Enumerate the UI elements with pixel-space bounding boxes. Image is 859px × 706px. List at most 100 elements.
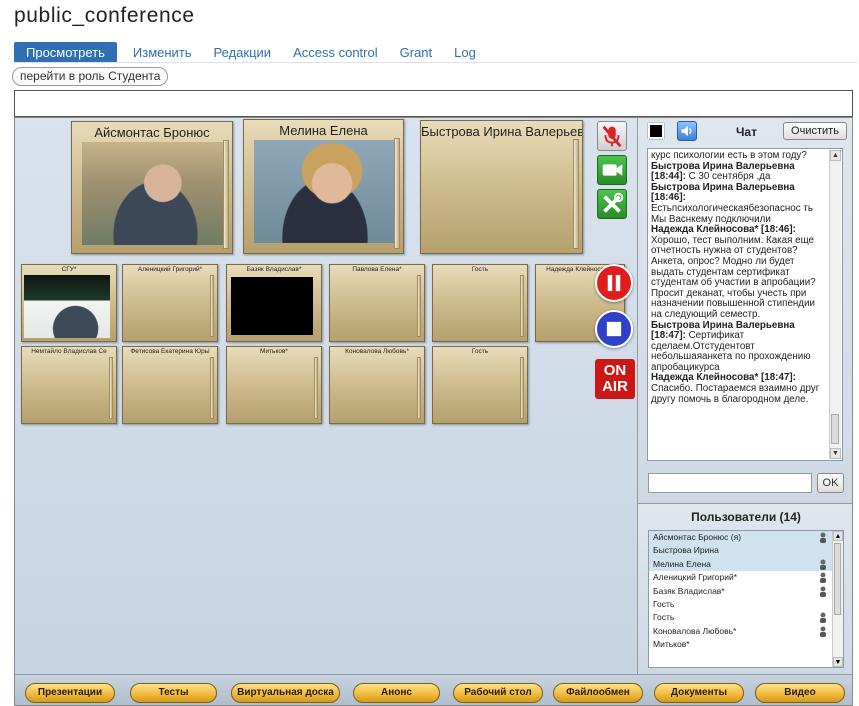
user-row[interactable]: Коновалова Любовь*	[649, 625, 843, 638]
scroll-up-icon[interactable]: ▲	[833, 531, 843, 541]
tile-scrollbar[interactable]	[520, 275, 524, 337]
user-name: Аленицкий Григорий*	[653, 572, 738, 583]
user-row[interactable]: Базяк Владислав*	[649, 585, 843, 598]
file-exchange-button[interactable]: Файлообмен	[553, 683, 643, 703]
settings-icon[interactable]	[597, 189, 627, 219]
mic-muted-icon[interactable]	[597, 121, 627, 151]
on-air-line1: ON	[603, 362, 627, 379]
chat-message: Быстрова Ирина Валерьевна [18:46]: Естьп…	[651, 182, 828, 225]
video-tile-small[interactable]: Коновалова Любовь*	[329, 346, 425, 424]
user-name: Мелина Елена	[653, 558, 711, 569]
presentations-button[interactable]: Презентации	[25, 683, 115, 703]
video-stage: Айсмонтас Бронюс Мелина Елена Быстрова И…	[15, 118, 637, 674]
video-tile-small[interactable]: Гость	[432, 264, 528, 342]
tile-scrollbar[interactable]	[314, 357, 318, 419]
tile-scrollbar[interactable]	[520, 357, 524, 419]
on-air-button[interactable]: ON AIR	[595, 359, 635, 399]
tab-bar: Просмотреть Изменить Редакции Access con…	[14, 42, 476, 63]
video-button[interactable]: Видео	[755, 683, 845, 703]
chat-scrollbar[interactable]: ▲ ▼	[829, 150, 841, 459]
text-color-picker[interactable]	[648, 123, 664, 139]
participant-name: Быстрова Ирина Валерьевна	[421, 124, 582, 139]
tab-revisions[interactable]: Редакции	[214, 45, 272, 60]
users-scrollbar[interactable]: ▲ ▼	[832, 531, 843, 667]
user-row[interactable]: Айсмонтас Бронюс (я)	[649, 531, 843, 545]
pause-icon[interactable]	[595, 264, 633, 302]
module-toolbar: Презентации Тесты Виртуальная доска Анон…	[15, 674, 852, 705]
tab-view[interactable]: Просмотреть	[14, 42, 117, 63]
user-icon	[820, 586, 826, 597]
conference-app: Айсмонтас Бронюс Мелина Елена Быстрова И…	[14, 117, 853, 706]
send-message-button[interactable]: OK	[817, 473, 844, 493]
conference-topbar	[14, 90, 853, 117]
chat-message-input[interactable]	[648, 473, 812, 493]
user-row[interactable]: Аленицкий Григорий*	[649, 571, 843, 584]
participant-name: Коновалова Любовь*	[345, 348, 409, 355]
scroll-down-icon[interactable]: ▼	[833, 657, 843, 667]
chat-log[interactable]: курс психологии есть в этом году? Быстро…	[647, 148, 843, 461]
chat-message: Быстрова Ирина Валерьевна [18:44]: С 30 …	[651, 161, 828, 183]
message-text: курс психологии есть в этом году?	[651, 150, 807, 161]
tile-scrollbar[interactable]	[109, 357, 113, 419]
user-row[interactable]: Митьков*	[649, 638, 843, 651]
message-text: Естьпсихологическаябезопаснос ть Мы Васн…	[651, 202, 813, 225]
chat-header: Чат Очистить	[638, 118, 852, 144]
tile-scrollbar[interactable]	[210, 275, 214, 337]
chat-message: Надежда Клейносова* [18:47]: Спасибо. По…	[651, 373, 828, 405]
user-icon	[820, 626, 826, 637]
users-list[interactable]: Айсмонтас Бронюс (я) Быстрова Ирина Мели…	[648, 530, 844, 668]
participant-name: Айсмонтас Бронюс	[94, 125, 210, 140]
webcam-feed	[231, 277, 313, 335]
tab-edit[interactable]: Изменить	[133, 45, 192, 60]
participant-name: Немтайло Владислав Се	[31, 348, 107, 355]
users-panel: Пользователи (14) Айсмонтас Бронюс (я) Б…	[637, 503, 852, 674]
user-name: Айсмонтас Бронюс (я)	[653, 532, 742, 542]
tile-scrollbar[interactable]	[417, 357, 421, 419]
user-name: Гость	[653, 612, 675, 623]
video-tile-large[interactable]: Быстрова Ирина Валерьевна	[420, 120, 583, 254]
participant-name: Базяк Владислав*	[246, 266, 302, 273]
video-tile-small[interactable]: Аленицкий Григорий*	[122, 264, 218, 342]
on-air-line2: AIR	[602, 378, 628, 395]
tile-scrollbar[interactable]	[223, 140, 229, 249]
video-tile-large[interactable]: Айсмонтас Бронюс	[71, 121, 233, 254]
video-tile-small[interactable]: Немтайло Владислав Се	[21, 346, 117, 424]
scroll-thumb[interactable]	[834, 543, 841, 615]
user-icon	[820, 612, 826, 624]
scroll-up-icon[interactable]: ▲	[830, 150, 841, 161]
user-row[interactable]: Гость	[649, 611, 843, 624]
video-tile-small[interactable]: Фетисова Екатерина Юрьі	[122, 346, 218, 424]
speaker-icon[interactable]	[677, 121, 697, 141]
user-row[interactable]: Быстрова Ирина	[649, 544, 843, 558]
user-row[interactable]: Мелина Елена	[649, 557, 843, 572]
tile-scrollbar[interactable]	[573, 139, 579, 249]
clear-chat-button[interactable]: Очистить	[783, 122, 847, 140]
tile-scrollbar[interactable]	[210, 357, 214, 419]
tile-scrollbar[interactable]	[394, 138, 400, 249]
video-tile-small[interactable]: Митьков*	[226, 346, 322, 424]
stop-icon[interactable]	[595, 310, 633, 348]
video-tile-large[interactable]: Мелина Елена	[243, 119, 404, 254]
video-tile-small[interactable]: Гость	[432, 346, 528, 424]
tests-button[interactable]: Тесты	[130, 683, 217, 703]
webcam-feed	[82, 142, 229, 245]
camera-icon[interactable]	[597, 155, 627, 185]
tab-grant[interactable]: Grant	[400, 45, 433, 60]
video-tile-small[interactable]: Базяк Владислав*	[226, 264, 322, 342]
user-row[interactable]: Гость	[649, 598, 843, 611]
desktop-button[interactable]: Рабочий стол	[453, 683, 543, 703]
tile-scrollbar[interactable]	[417, 275, 421, 337]
scroll-down-icon[interactable]: ▼	[830, 448, 841, 459]
tab-log[interactable]: Log	[454, 45, 476, 60]
switch-role-button[interactable]: перейти в роль Студента	[12, 67, 169, 86]
user-name: Базяк Владислав*	[653, 585, 725, 596]
user-icon	[820, 559, 826, 570]
scroll-thumb[interactable]	[831, 414, 839, 444]
whiteboard-button[interactable]: Виртуальная доска	[231, 683, 340, 703]
tab-access-control[interactable]: Access control	[293, 45, 378, 60]
announcement-button[interactable]: Анонс	[353, 683, 440, 703]
documents-button[interactable]: Документы	[654, 683, 744, 703]
video-tile-small[interactable]: Павлова Елена*	[329, 264, 425, 342]
participant-name: Гость	[471, 266, 489, 273]
video-tile-small[interactable]: СГУ*	[21, 264, 117, 342]
